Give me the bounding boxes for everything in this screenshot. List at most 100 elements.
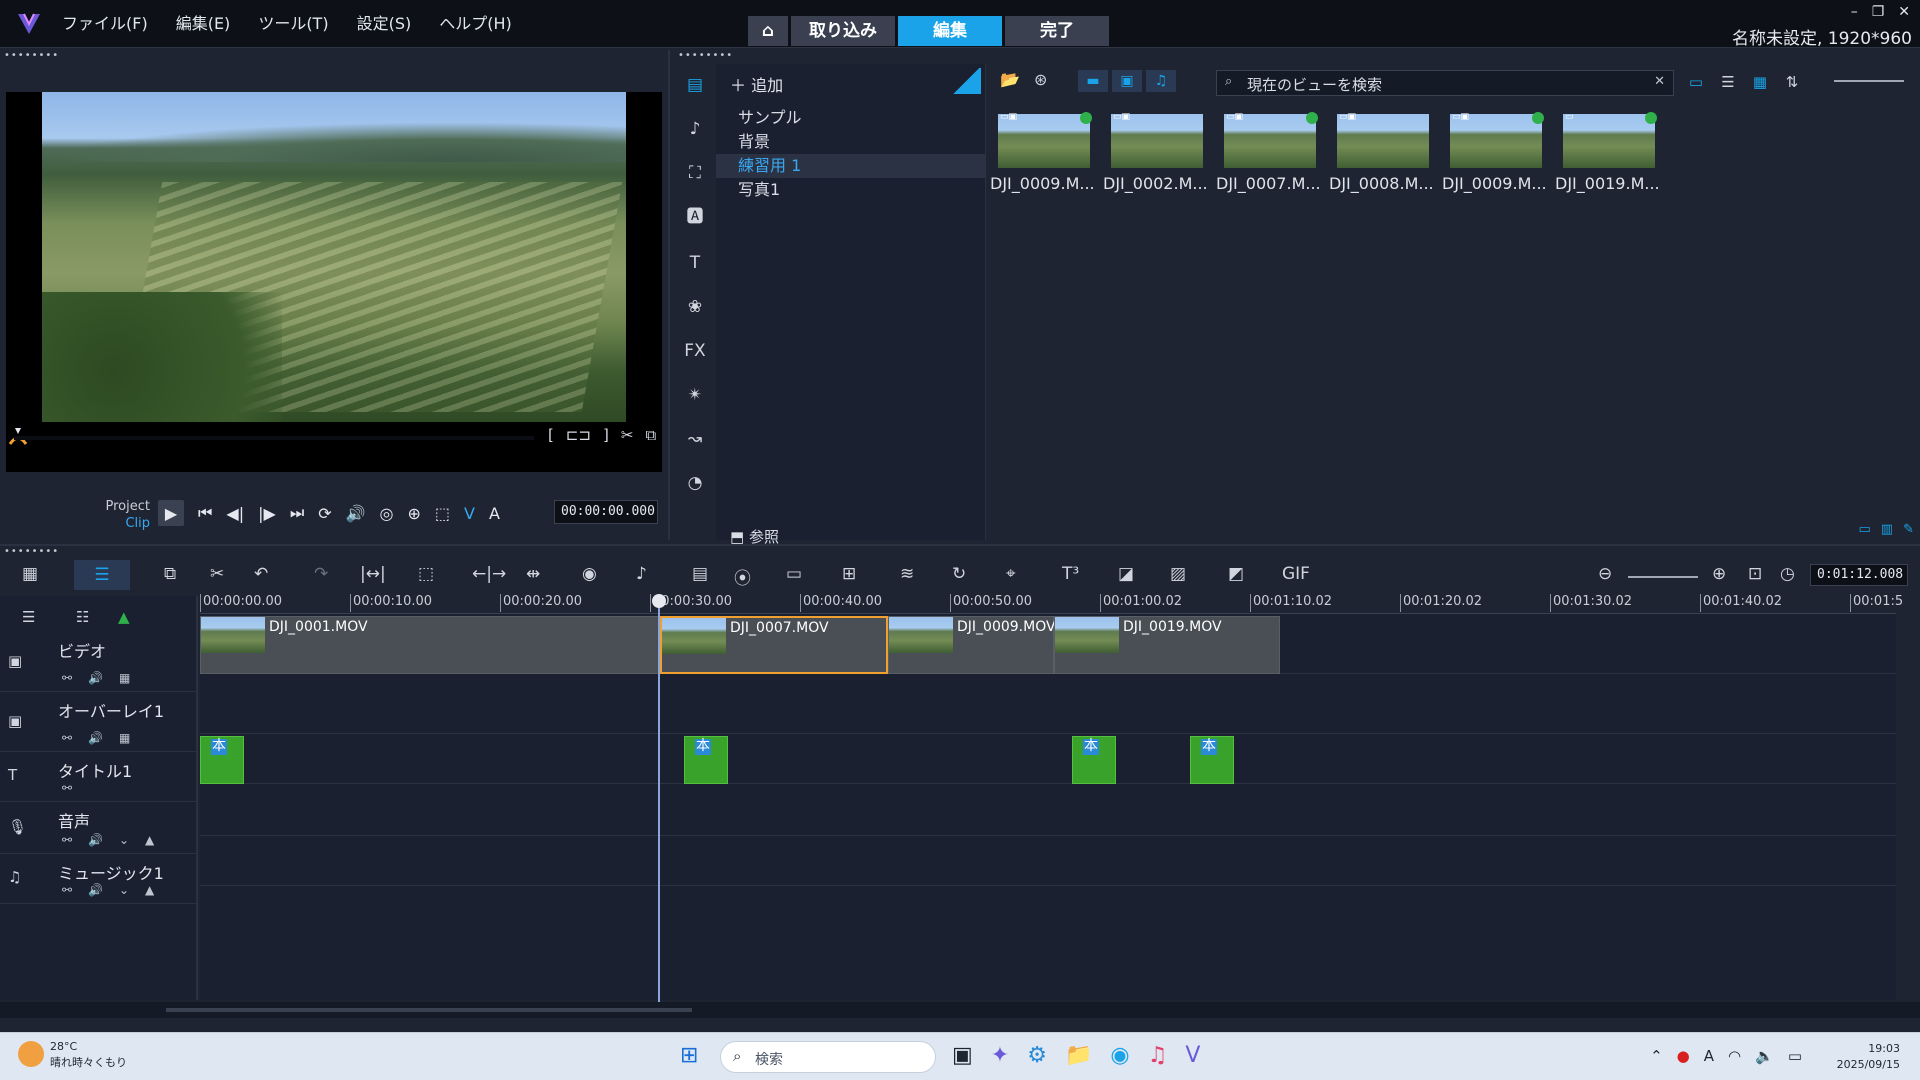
track-buttons[interactable]: ⚯ <box>62 781 88 795</box>
tree-item-sample[interactable]: サンプル <box>716 106 986 130</box>
layout-icon[interactable]: ▥ <box>1881 522 1893 537</box>
mask-icon[interactable]: ◪ <box>1118 564 1134 584</box>
music-app-icon[interactable]: ♫ <box>1148 1043 1168 1068</box>
mark-in-icon[interactable]: [ <box>548 426 554 444</box>
menu-help[interactable]: ヘルプ(H) <box>439 10 512 34</box>
grid-view-icon[interactable]: ▦ <box>1746 70 1774 94</box>
zoom-in-icon[interactable]: ⊕ <box>1712 564 1726 584</box>
title-clip[interactable]: 本 <box>684 736 728 784</box>
color-grade-icon[interactable]: ◩ <box>1228 564 1244 584</box>
media-thumb[interactable]: ▭▣ DJI_0009.M... <box>1440 108 1550 200</box>
media-thumb[interactable]: ▭▣ DJI_0008.M... <box>1327 108 1437 200</box>
search-box[interactable]: ⌕ 現在のビューを検索 ✕ <box>1216 70 1674 96</box>
volume-icon[interactable]: 🔊 <box>346 504 366 523</box>
player-timecode[interactable]: 00:00:00.000 <box>554 500 658 524</box>
track-buttons[interactable]: ⚯🔊▦ <box>62 671 146 685</box>
track-buttons[interactable]: ⚯🔊▦ <box>62 731 146 745</box>
media-thumb[interactable]: ▭▣ DJI_0002.M... <box>1101 108 1211 200</box>
title-clip[interactable]: 本 <box>200 736 244 784</box>
timeline-ruler[interactable]: 00:00:00.00 00:00:10.00 00:00:20.00 00:0… <box>200 590 1903 614</box>
playhead-line[interactable] <box>658 598 660 1002</box>
search-input[interactable]: 現在のビューを検索 <box>1247 74 1382 95</box>
library-grip[interactable]: •••••••• <box>678 50 733 61</box>
scrub-bar[interactable] <box>14 436 534 440</box>
filter-video-icon[interactable]: ▬ <box>1078 70 1108 92</box>
fit-icon[interactable]: |↔| <box>360 564 386 584</box>
capture-icon[interactable]: ⊛ <box>1034 70 1047 89</box>
scrollbar-thumb[interactable] <box>166 1008 692 1012</box>
menu-edit[interactable]: 編集(E) <box>176 10 231 34</box>
add-button[interactable]: ＋ 追加 <box>730 72 783 96</box>
graphics-icon[interactable]: ❀ <box>682 294 708 320</box>
settings-icon[interactable]: ⚙ <box>1027 1043 1047 1068</box>
a-icon[interactable]: A <box>489 504 500 523</box>
trim-icon[interactable]: ⊏⊐ <box>566 426 591 444</box>
edge-icon[interactable]: ◉ <box>1110 1043 1129 1068</box>
capture-tab[interactable]: 取り込み <box>791 16 895 46</box>
options-icon[interactable]: ▭ <box>1859 522 1871 537</box>
share-tab[interactable]: 完了 <box>1005 16 1109 46</box>
blend-icon[interactable]: ⦿ <box>734 564 751 589</box>
next-frame-icon[interactable]: |▶ <box>258 504 276 523</box>
media-thumb[interactable]: ▭ DJI_0019.M... <box>1553 108 1663 200</box>
timeline-scrollbar[interactable] <box>0 1002 1920 1018</box>
gif-icon[interactable]: GIF <box>1282 564 1310 584</box>
storyboard-icon[interactable]: ▦ <box>22 564 38 584</box>
track-buttons[interactable]: ⚯🔊⌄▲ <box>62 833 170 847</box>
add-track-icon[interactable]: ▲ <box>118 608 130 626</box>
fx-icon[interactable]: FX <box>682 338 708 364</box>
chevron-up-icon[interactable]: ⌃ <box>1650 1047 1663 1065</box>
restore-button[interactable]: ❐ <box>1872 4 1885 20</box>
clock[interactable]: 19:03 2025/09/15 <box>1837 1041 1900 1073</box>
rotate-icon[interactable]: ↻ <box>952 564 966 584</box>
split-screen-icon[interactable]: ⊞ <box>842 564 856 584</box>
menu-file[interactable]: ファイル(F) <box>62 10 148 34</box>
multicam-icon[interactable]: ▤ <box>692 564 708 584</box>
taskbar-search[interactable]: ⌕ 検索 <box>720 1041 936 1073</box>
home-tab[interactable]: ⌂ <box>748 16 788 46</box>
track-settings-icon[interactable]: ☷ <box>76 608 89 626</box>
speaker-icon[interactable]: 🔈 <box>1755 1047 1774 1065</box>
video-clip[interactable]: DJI_0019.MOV <box>1054 616 1280 674</box>
timeline-grip[interactable]: •••••••• <box>4 546 59 557</box>
magic-icon[interactable]: ✴ <box>682 382 708 408</box>
tracking-icon[interactable]: ⌖ <box>1006 564 1016 584</box>
path-icon[interactable]: ↝ <box>682 426 708 452</box>
tree-item-photo[interactable]: 写真1 <box>716 178 986 202</box>
scissors-icon[interactable]: ✂ <box>621 426 634 444</box>
thumbnail-view-icon[interactable]: ▭ <box>1682 70 1710 94</box>
zoom-out-icon[interactable]: ⊖ <box>1598 564 1612 584</box>
wifi-icon[interactable]: ◠ <box>1728 1047 1741 1065</box>
sort-icon[interactable]: ⇅ <box>1778 70 1806 94</box>
crop-icon[interactable]: ⬚ <box>435 504 450 523</box>
edit-tab[interactable]: 編集 <box>898 16 1002 46</box>
mark-out-icon[interactable]: ] <box>603 426 609 444</box>
track-buttons[interactable]: ⚯🔊⌄▲ <box>62 883 170 897</box>
media-thumb[interactable]: ▭▣ DJI_0007.M... <box>1214 108 1324 200</box>
title-icon[interactable]: T <box>682 250 708 276</box>
replace-icon[interactable]: ▨ <box>1170 564 1186 584</box>
copilot-icon[interactable]: ✦ <box>991 1043 1009 1068</box>
pan-icon[interactable]: ⬚ <box>418 564 434 584</box>
edit-icon[interactable]: ✎ <box>1903 522 1914 537</box>
filter-photo-icon[interactable]: ▣ <box>1112 70 1142 92</box>
redo-icon[interactable]: ↷ <box>314 564 328 584</box>
close-button[interactable]: ✕ <box>1898 4 1910 20</box>
3d-title-icon[interactable]: T³ <box>1062 564 1079 584</box>
start-icon[interactable]: ⊞ <box>680 1043 698 1068</box>
battery-icon[interactable]: ▭ <box>1788 1047 1802 1065</box>
video-clip[interactable]: DJI_0009.MOV <box>888 616 1056 674</box>
motion-icon[interactable]: ≋ <box>900 564 914 584</box>
track-list-icon[interactable]: ☰ <box>22 608 35 626</box>
filter-music-icon[interactable]: ♫ <box>1146 70 1176 92</box>
go-start-icon[interactable]: ⏮ <box>198 503 212 523</box>
video-clip[interactable]: DJI_0001.MOV <box>200 616 660 674</box>
instant-project-icon[interactable]: ♪ <box>682 116 708 142</box>
prev-frame-icon[interactable]: ◀| <box>226 504 244 523</box>
copy-icon[interactable]: ⧉ <box>645 426 656 444</box>
thumb-zoom-slider[interactable] <box>1834 80 1904 82</box>
play-button[interactable]: ▶ <box>158 500 184 526</box>
playhead-handle[interactable] <box>652 594 666 608</box>
tools-icon[interactable]: ✂ <box>210 564 224 584</box>
v-icon[interactable]: V <box>464 504 475 523</box>
